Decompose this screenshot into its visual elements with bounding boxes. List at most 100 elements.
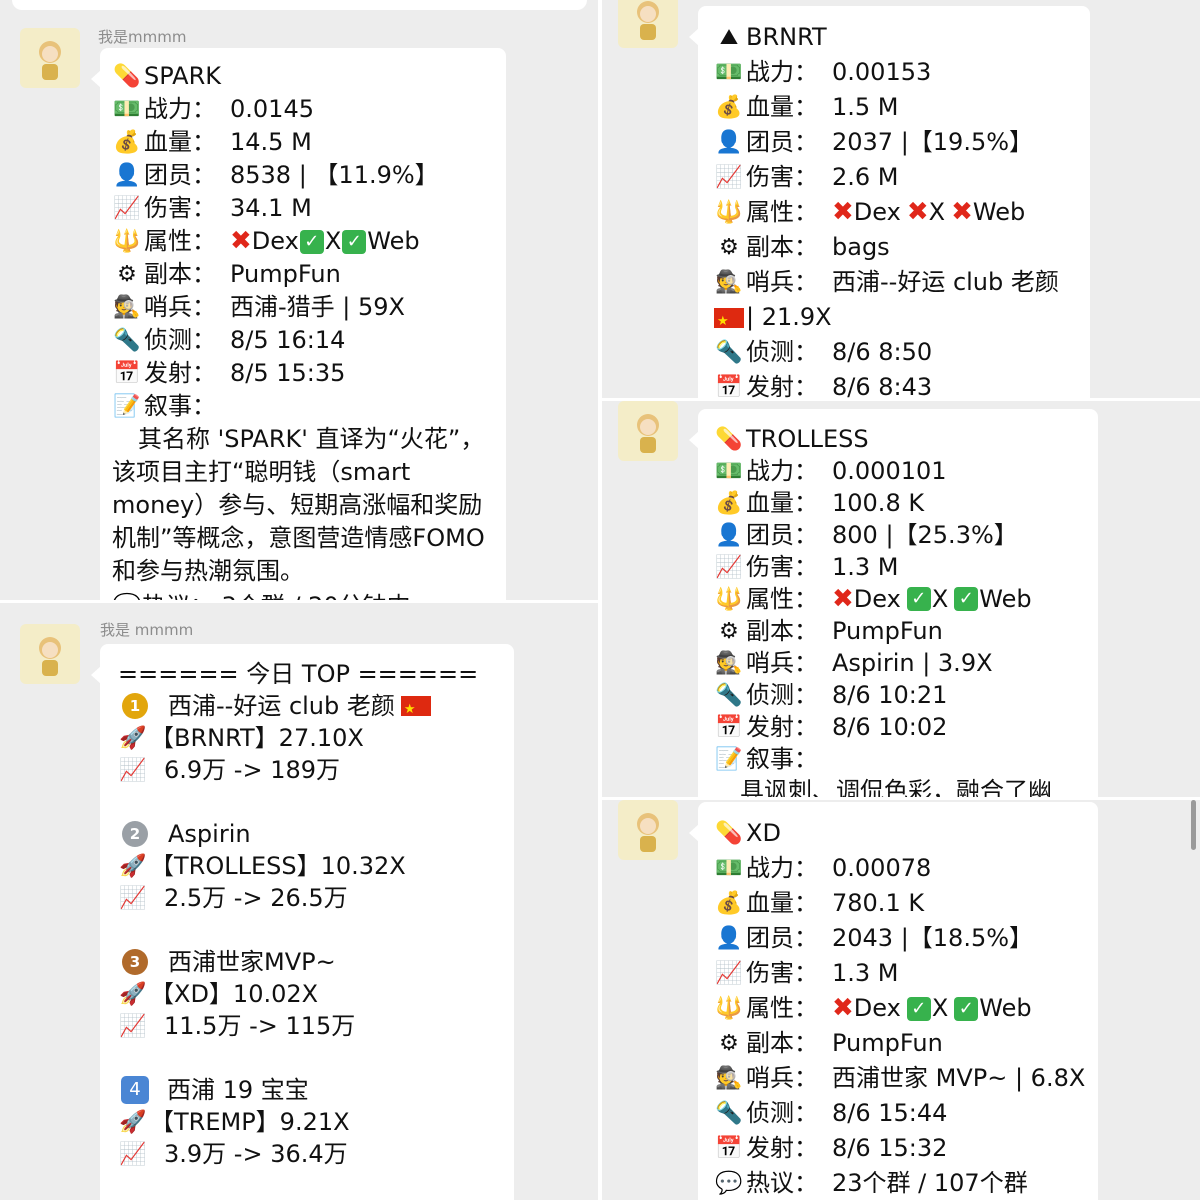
trident-icon: 🔱 — [113, 229, 141, 254]
row-value: 0.00153 — [832, 58, 932, 86]
avatar[interactable] — [618, 0, 678, 48]
info-row: 👤 团员： 2043 |【18.5%】 — [714, 921, 1086, 956]
row-label: 哨兵： — [746, 1064, 818, 1092]
top-entry-name: 西浦--好运 club 老颜 — [168, 691, 395, 720]
row-label: 侦测： — [746, 338, 818, 366]
gear-icon: ⚙ — [719, 618, 739, 644]
row-label: 副本： — [746, 616, 818, 645]
medal-icon: 3 — [122, 949, 148, 975]
calendar-icon: 📅 — [715, 375, 743, 398]
info-row: 📈 伤害： 2.6 M — [714, 160, 1078, 195]
row-label: 血量： — [746, 93, 818, 121]
keycap-number-icon: 4 — [121, 1076, 149, 1104]
row-value: PumpFun — [832, 616, 943, 645]
info-row: 🔦 侦测： 8/6 15:44 — [714, 1096, 1086, 1131]
story-row: 📝 叙事： — [112, 390, 494, 423]
row-label: 哨兵： — [746, 268, 818, 296]
flashlight-icon: 🔦 — [715, 682, 743, 708]
row-label: 发射： — [144, 359, 216, 387]
message-bubble[interactable]: 💊 TROLLESS 💵 战力： 0.000101 💰 血量： 100.8 K 👤 团员： 800… — [689, 409, 1098, 797]
coin-title: 💊 SPARK — [112, 60, 494, 93]
detective-icon: 🕵 — [715, 650, 743, 676]
row-label: 侦测： — [746, 680, 818, 709]
top-entry-name: 西浦 19 宝宝 — [167, 1075, 309, 1104]
avatar-icon — [637, 414, 659, 453]
info-row: 💰 血量： 100.8 K — [714, 487, 1086, 519]
info-row: 📈 伤害： 1.3 M — [714, 551, 1086, 583]
top-entry-coin-row: 🚀 【BRNRT】27.10X — [118, 722, 498, 754]
top-entry-range-row: 📈 11.5万 -> 115万 — [118, 1010, 498, 1042]
calendar-icon: 📅 — [715, 714, 743, 740]
money-bag-icon: 💰 — [715, 95, 743, 120]
row-label: 侦测： — [746, 1099, 818, 1127]
avatar-icon — [39, 41, 61, 80]
china-flag-icon — [714, 305, 744, 338]
row-label: 伤害： — [746, 163, 818, 191]
top-entry-coin: 【BRNRT】27.10X — [150, 723, 364, 752]
top-entry-range-row: 📈 3.9万 -> 36.4万 — [118, 1138, 498, 1170]
top-entry-name: Aspirin — [168, 819, 251, 848]
row-label: 血量： — [746, 889, 818, 917]
message-bubble[interactable]: 💊 XD 💵 战力： 0.00078 💰 血量： 780.1 K 👤 团员： 2043 |【18.… — [689, 802, 1098, 1200]
attr-row: 🔱 属性： ✖ Dex ✓ X ✓ Web — [113, 226, 420, 256]
chat-panel-top: 我是 mmmm ====== 今日 TOP ====== 1 西浦--好运 clu… — [0, 604, 598, 1200]
info-row: 💵 战力： 0.0145 — [112, 93, 494, 126]
avatar[interactable] — [20, 624, 80, 684]
row-value: 14.5 M — [230, 128, 312, 156]
top-entry-name-row: 3 西浦世家MVP~ — [118, 946, 498, 978]
coin-title: 💊 XD — [714, 816, 1086, 851]
info-row: 📈 伤害： 34.1 M — [112, 192, 494, 225]
top-entry-range-row: 📈 2.5万 -> 26.5万 — [118, 882, 498, 914]
top-entry-coin: 【XD】10.02X — [150, 979, 319, 1008]
info-row: 📅 发射： 8/6 15:32 — [714, 1131, 1086, 1166]
row-value: 8/6 10:02 — [832, 712, 948, 741]
info-row: 📈 伤害： 1.3 M — [714, 956, 1086, 991]
message-bubble[interactable]: ⛰ BRNRT 💵 战力： 0.00153 💰 血量： 1.5 M 👤 团员： 2037 |【19… — [689, 6, 1090, 398]
pill-icon: 💊 — [715, 821, 743, 846]
trident-icon: 🔱 — [715, 200, 743, 225]
avatar[interactable] — [618, 800, 678, 860]
row-value: PumpFun — [832, 1029, 943, 1057]
avatar[interactable] — [20, 28, 80, 88]
horizontal-separator — [0, 600, 598, 603]
flashlight-icon: 🔦 — [715, 1101, 743, 1126]
top-entry-coin: 【TREMP】9.21X — [150, 1107, 350, 1136]
message-bubble[interactable]: ====== 今日 TOP ====== 1西浦--好运 club 老颜🚀【BR… — [91, 644, 514, 1200]
chat-panel-xd: 💊 XD 💵 战力： 0.00078 💰 血量： 780.1 K 👤 团员： 2043 |【18.… — [602, 800, 1200, 1200]
scrollbar[interactable] — [1191, 800, 1196, 850]
cross-icon: ✖ — [832, 993, 854, 1023]
row-label: 伤害： — [746, 959, 818, 987]
memo-icon: 📝 — [113, 394, 141, 419]
medal-icon: 2 — [122, 821, 148, 847]
row-label: 伤害： — [746, 552, 818, 581]
row-label: 发射： — [746, 712, 818, 741]
row-label: 血量： — [144, 128, 216, 156]
top-entry-range: 2.5万 -> 26.5万 — [164, 883, 348, 912]
top-entry-coin: 【TROLLESS】10.32X — [150, 851, 406, 880]
message-bubble[interactable]: 💊 SPARK 💵 战力： 0.0145 💰 血量： 14.5 M 👤 团员： 8538 | 【1… — [91, 48, 506, 600]
money-icon: 💵 — [715, 856, 743, 881]
row-value: 0.000101 — [832, 456, 947, 485]
cross-icon: ✖ — [906, 197, 929, 227]
top-entry-name-row: 1 西浦--好运 club 老颜 — [118, 690, 498, 726]
speech-bubble-icon: 💬 — [715, 1171, 743, 1196]
cut-off-line: 💬热议： 3个群 / 20分钟内 — [112, 590, 494, 600]
detective-icon: 🕵 — [715, 270, 743, 295]
info-row: ⚙ 副本： PumpFun — [714, 1026, 1086, 1061]
info-row: 💰 血量： 14.5 M — [112, 126, 494, 159]
money-icon: 💵 — [715, 458, 743, 484]
mountain-icon: ⛰ — [719, 25, 739, 50]
row-value: 8/5 16:14 — [230, 326, 346, 354]
row-value: 100.8 K — [832, 488, 925, 517]
row-value: 780.1 K — [832, 889, 925, 917]
row-label: 哨兵： — [746, 648, 818, 677]
pill-icon: 💊 — [715, 426, 743, 452]
chart-up-icon: 📈 — [715, 165, 743, 190]
cross-icon: ✖ — [832, 583, 854, 614]
row-value: 23个群 / 107个群 — [832, 1169, 1028, 1197]
entry-spacer — [118, 786, 498, 818]
info-row: 👤 团员： 2037 |【19.5%】 — [714, 125, 1078, 160]
avatar-icon — [637, 1, 659, 40]
user-icon: 👤 — [715, 522, 743, 548]
avatar[interactable] — [618, 401, 678, 461]
